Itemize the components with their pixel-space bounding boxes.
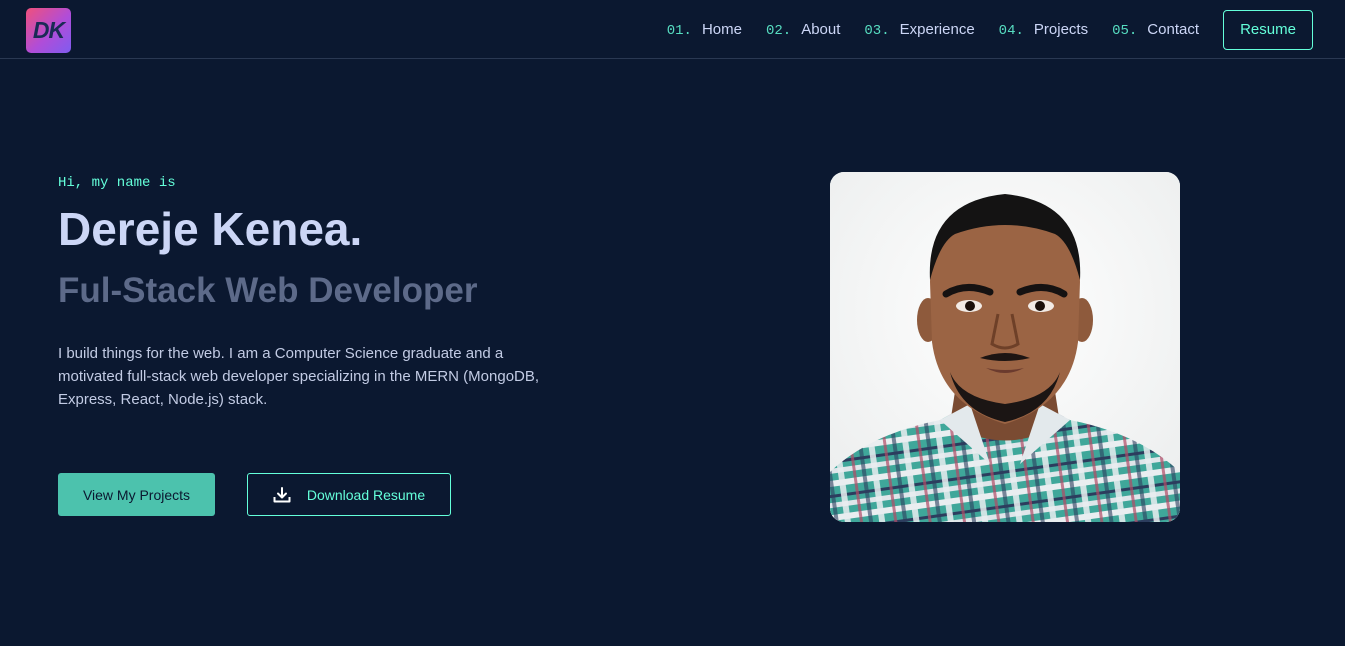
nav-item-about[interactable]: 02. About <box>766 21 840 39</box>
nav-item-label: Projects <box>1033 20 1089 38</box>
view-projects-button[interactable]: View My Projects <box>58 473 215 516</box>
hero-name: Dereje Kenea. <box>58 203 363 255</box>
nav-item-label: Home <box>701 20 742 38</box>
nav-item-number: 02. <box>765 22 792 39</box>
download-resume-label: Download Resume <box>306 486 426 503</box>
logo-text: DK <box>32 17 65 43</box>
nav-item-number: 03. <box>864 22 890 39</box>
nav-item-number: 01. <box>666 22 692 39</box>
hero-role: Ful-Stack Web Developer <box>58 271 478 310</box>
nav-item-label: About <box>801 20 841 38</box>
nav-item-projects[interactable]: 04. Projects <box>999 21 1088 39</box>
nav-item-experience[interactable]: 03. Experience <box>864 21 974 39</box>
download-icon <box>273 486 291 503</box>
nav-item-home[interactable]: 01. Home <box>667 21 742 39</box>
download-resume-button[interactable]: Download Resume <box>247 473 451 516</box>
resume-button[interactable]: Resume <box>1223 9 1313 50</box>
nav-item-number: 04. <box>998 22 1024 39</box>
nav-item-number: 05. <box>1112 22 1138 39</box>
nav-item-label: Contact <box>1147 20 1199 38</box>
nav-links: 01. Home 02. About 03. Experience 04. Pr… <box>643 0 1345 59</box>
greeting: Hi, my name is <box>58 175 176 191</box>
logo[interactable]: DK <box>26 8 71 53</box>
navbar: DK 01. Home 02. About 03. Experience 04.… <box>0 0 1345 59</box>
nav-item-label: Experience <box>899 20 975 38</box>
profile-photo <box>830 172 1180 522</box>
nav-item-contact[interactable]: 05. Contact <box>1112 21 1199 39</box>
hero-bio: I build things for the web. I am a Compu… <box>58 345 540 408</box>
